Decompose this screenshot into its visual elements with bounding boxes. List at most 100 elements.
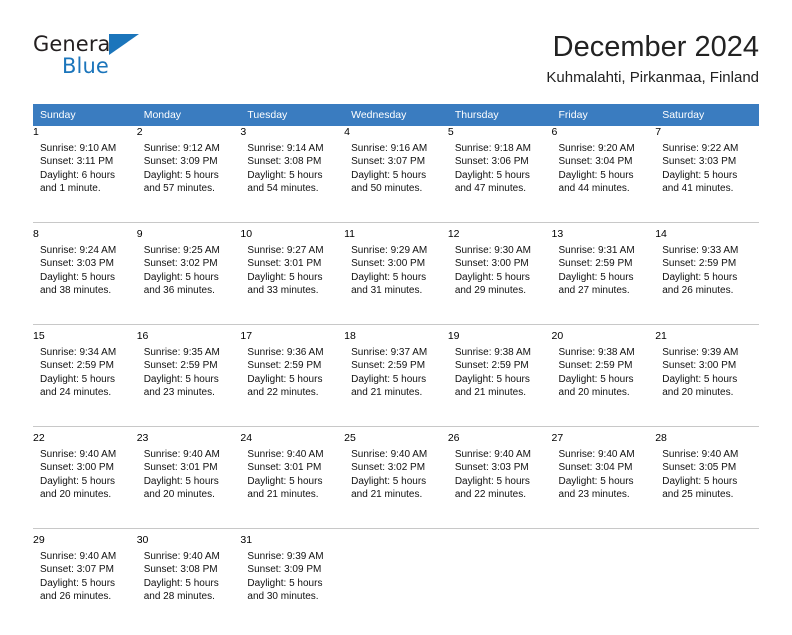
day-number-18[interactable]: 18 [344,330,448,342]
daylight-text-line1: Daylight: 5 hours [454,169,530,181]
day-number-25[interactable]: 25 [344,432,448,444]
daylight-text-line1: Daylight: 5 hours [662,373,738,385]
day-cell-22[interactable]: Sunrise: 9:40 AM Sunset: 3:00 PM Daylight:… [33,444,137,529]
day-details: Sunrise: 9:29 AM Sunset: 3:00 PM Daylight:… [344,240,448,298]
day-cell-28[interactable]: Sunrise: 9:40 AM Sunset: 3:05 PM Daylight:… [655,444,759,529]
day-cell-4[interactable]: Sunrise: 9:16 AM Sunset: 3:07 PM Daylight:… [344,138,448,223]
day-number-20[interactable]: 20 [551,330,656,342]
day-cell-11[interactable]: Sunrise: 9:29 AM Sunset: 3:00 PM Daylight:… [344,240,448,325]
day-number-11[interactable]: 11 [344,228,448,240]
day-number-15[interactable]: 15 [33,330,137,342]
daylight-text-line2: and 20 minutes. [558,387,630,399]
sunrise-text: Sunrise: 9:31 AM [558,245,635,256]
day-cell-7[interactable]: Sunrise: 9:22 AM Sunset: 3:03 PM Daylight:… [655,138,759,223]
sunrise-text: Sunrise: 9:39 AM [662,347,739,358]
title-block: December 2024 Kuhmalahti, Pirkanmaa, Fin… [546,30,759,89]
sunrise-text: Sunrise: 9:40 AM [454,449,531,460]
day-cell-21[interactable]: Sunrise: 9:39 AM Sunset: 3:00 PM Daylight:… [655,342,759,427]
day-cell-26[interactable]: Sunrise: 9:40 AM Sunset: 3:03 PM Daylight:… [447,444,552,529]
day-number-19[interactable]: 19 [447,330,552,342]
day-cell-9[interactable]: Sunrise: 9:25 AM Sunset: 3:02 PM Daylight:… [136,240,241,325]
day-number-17[interactable]: 17 [240,330,345,342]
day-cell-5[interactable]: Sunrise: 9:18 AM Sunset: 3:06 PM Daylight:… [447,138,552,223]
day-number-2[interactable]: 2 [136,126,241,138]
day-cell-2[interactable]: Sunrise: 9:12 AM Sunset: 3:09 PM Daylight:… [136,138,241,223]
day-details: Sunrise: 9:22 AM Sunset: 3:03 PM Daylight:… [655,138,759,196]
daylight-text-line1: Daylight: 5 hours [40,271,116,283]
day-cell-25[interactable]: Sunrise: 9:40 AM Sunset: 3:02 PM Daylight:… [344,444,448,529]
day-number-7[interactable]: 7 [655,126,759,138]
day-number-30[interactable]: 30 [136,534,241,546]
week-daynumber-row: 8 9 10 11 12 13 14 [33,228,759,240]
day-number-21[interactable]: 21 [655,330,759,342]
day-cell-19[interactable]: Sunrise: 9:38 AM Sunset: 2:59 PM Daylight:… [447,342,552,427]
general-blue-logo[interactable]: General Blue [33,32,233,88]
daylight-text-line1: Daylight: 5 hours [40,577,116,589]
day-number-5[interactable]: 5 [447,126,552,138]
day-number-3[interactable]: 3 [240,126,345,138]
day-number-23[interactable]: 23 [136,432,241,444]
day-number-29[interactable]: 29 [33,534,137,546]
day-cell-17[interactable]: Sunrise: 9:36 AM Sunset: 2:59 PM Daylight:… [240,342,345,427]
day-details: Sunrise: 9:12 AM Sunset: 3:09 PM Daylight:… [137,138,241,196]
day-cell-12[interactable]: Sunrise: 9:30 AM Sunset: 3:00 PM Daylight:… [447,240,552,325]
sunrise-text: Sunrise: 9:34 AM [40,347,117,358]
day-cell-1[interactable]: Sunrise: 9:10 AM Sunset: 3:11 PM Daylight:… [33,138,137,223]
daylight-text-line1: Daylight: 5 hours [247,373,323,385]
day-details: Sunrise: 9:25 AM Sunset: 3:02 PM Daylight:… [137,240,241,298]
day-cell-27[interactable]: Sunrise: 9:40 AM Sunset: 3:04 PM Daylight:… [551,444,656,529]
day-cell-29[interactable]: Sunrise: 9:40 AM Sunset: 3:07 PM Daylight:… [33,546,137,630]
daylight-text-line1: Daylight: 5 hours [558,169,634,181]
day-cell-14[interactable]: Sunrise: 9:33 AM Sunset: 2:59 PM Daylight:… [655,240,759,325]
sunset-text: Sunset: 3:00 PM [662,360,737,372]
daylight-text-line1: Daylight: 5 hours [143,169,219,181]
sunrise-text: Sunrise: 9:40 AM [40,449,117,460]
day-number-26[interactable]: 26 [447,432,552,444]
day-cell-18[interactable]: Sunrise: 9:37 AM Sunset: 2:59 PM Daylight:… [344,342,448,427]
day-number-13[interactable]: 13 [551,228,656,240]
sunrise-text: Sunrise: 9:16 AM [351,143,428,154]
day-details: Sunrise: 9:40 AM Sunset: 3:04 PM Daylight:… [552,444,656,502]
sunset-text: Sunset: 3:00 PM [40,462,114,474]
triangle-icon [109,34,139,55]
day-details: Sunrise: 9:38 AM Sunset: 2:59 PM Daylight:… [552,342,656,400]
day-number-6[interactable]: 6 [551,126,656,138]
sunset-text: Sunset: 3:01 PM [143,462,218,474]
sunset-text: Sunset: 2:59 PM [143,360,218,372]
day-cell-24[interactable]: Sunrise: 9:40 AM Sunset: 3:01 PM Daylight:… [240,444,345,529]
day-details: Sunrise: 9:38 AM Sunset: 2:59 PM Daylight:… [448,342,552,400]
day-number-28[interactable]: 28 [655,432,759,444]
day-cell-3[interactable]: Sunrise: 9:14 AM Sunset: 3:08 PM Daylight:… [240,138,345,223]
day-cell-8[interactable]: Sunrise: 9:24 AM Sunset: 3:03 PM Daylight:… [33,240,137,325]
day-number-10[interactable]: 10 [240,228,345,240]
day-cell-6[interactable]: Sunrise: 9:20 AM Sunset: 3:04 PM Daylight:… [551,138,656,223]
day-number-16[interactable]: 16 [136,330,241,342]
day-number-27[interactable]: 27 [551,432,656,444]
day-number-1[interactable]: 1 [33,126,137,138]
sunrise-text: Sunrise: 9:12 AM [143,143,220,154]
day-cell-31[interactable]: Sunrise: 9:39 AM Sunset: 3:09 PM Daylight:… [240,546,345,630]
sunset-text: Sunset: 3:03 PM [40,258,114,270]
sunset-text: Sunset: 3:04 PM [558,462,633,474]
day-cell-16[interactable]: Sunrise: 9:35 AM Sunset: 2:59 PM Daylight:… [136,342,241,427]
day-number-24[interactable]: 24 [240,432,345,444]
day-number-9[interactable]: 9 [136,228,241,240]
week-separator-cell [33,630,137,635]
day-cell-15[interactable]: Sunrise: 9:34 AM Sunset: 2:59 PM Daylight:… [33,342,137,427]
day-cell-23[interactable]: Sunrise: 9:40 AM Sunset: 3:01 PM Daylight:… [136,444,241,529]
day-number-31[interactable]: 31 [240,534,345,546]
daylight-text-line1: Daylight: 5 hours [351,169,427,181]
sunset-text: Sunset: 2:59 PM [351,360,426,372]
day-number-12[interactable]: 12 [447,228,552,240]
day-details: Sunrise: 9:40 AM Sunset: 3:00 PM Daylight:… [33,444,137,502]
day-number-14[interactable]: 14 [655,228,759,240]
day-number-8[interactable]: 8 [33,228,137,240]
day-cell-30[interactable]: Sunrise: 9:40 AM Sunset: 3:08 PM Daylight:… [136,546,241,630]
day-cell-10[interactable]: Sunrise: 9:27 AM Sunset: 3:01 PM Daylight:… [240,240,345,325]
weekday-header-row: Sunday Monday Tuesday Wednesday Thursday Frid… [33,104,759,126]
sunrise-text: Sunrise: 9:36 AM [247,347,324,358]
day-number-4[interactable]: 4 [344,126,448,138]
day-cell-20[interactable]: Sunrise: 9:38 AM Sunset: 2:59 PM Daylight:… [551,342,656,427]
day-cell-13[interactable]: Sunrise: 9:31 AM Sunset: 2:59 PM Daylight:… [551,240,656,325]
day-number-22[interactable]: 22 [33,432,137,444]
